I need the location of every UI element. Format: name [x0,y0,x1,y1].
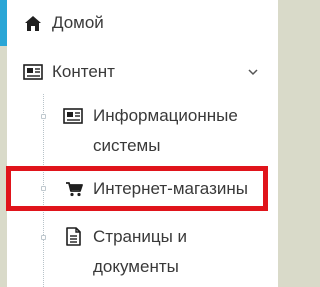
submenu-item-label-line1: Страницы и [93,227,188,246]
active-accent-strip [0,0,7,46]
document-icon [66,227,81,246]
newspaper-icon [23,64,43,80]
submenu-item-pages-documents[interactable]: Страницы и документы [7,221,278,281]
submenu-item-label-line2: системы [93,136,161,155]
menu-item-content[interactable]: Контент [7,57,278,87]
sidebar-menu: Домой Контент Информационные системы Инт… [6,0,278,287]
chevron-down-icon[interactable] [246,65,260,79]
menu-item-home[interactable]: Домой [7,8,278,38]
selection-highlight-box [6,166,268,211]
newspaper-icon [63,108,83,124]
submenu-item-label-line1: Информационные [93,106,238,125]
menu-item-home-label: Домой [52,13,104,32]
home-icon [25,16,41,31]
submenu-item-information-systems[interactable]: Информационные системы [7,100,278,160]
submenu-item-label-line2: документы [93,257,179,276]
menu-item-content-label: Контент [52,62,115,81]
